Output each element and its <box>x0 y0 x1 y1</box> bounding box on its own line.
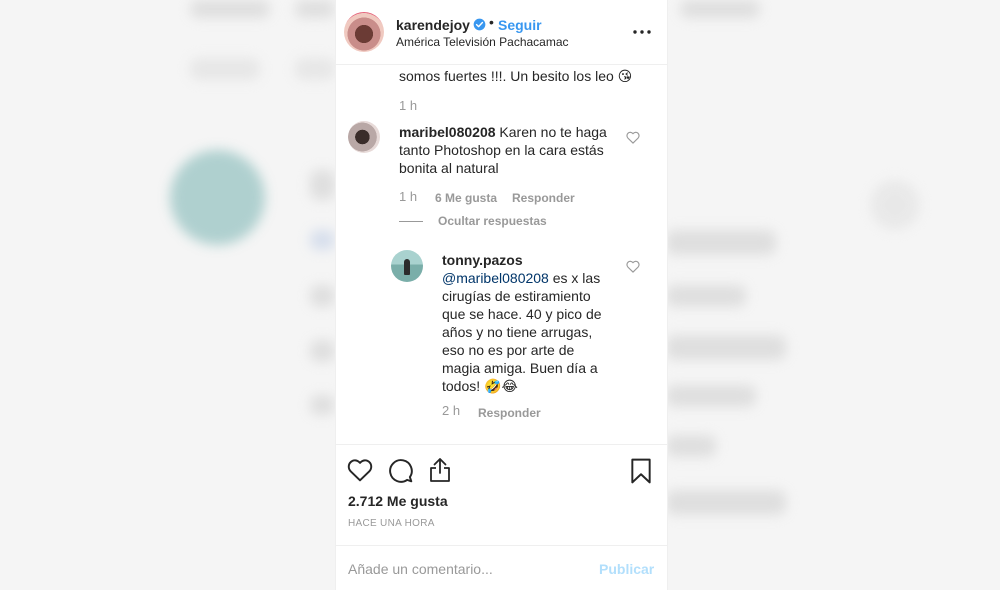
more-options-icon[interactable] <box>632 24 652 40</box>
add-comment-bar: Publicar <box>336 545 667 590</box>
reply-line: magia amiga. Buen día a <box>442 360 598 376</box>
bg-blur <box>310 285 335 307</box>
post-header: karendejoy • Seguir América Televisión P… <box>336 0 667 65</box>
laughing-emoji: 🤣😂 <box>484 379 518 395</box>
bookmark-icon[interactable] <box>630 458 652 484</box>
author-username[interactable]: karendejoy <box>396 17 470 33</box>
bg-blur <box>295 58 335 80</box>
commenter-avatar[interactable] <box>348 121 380 153</box>
comment-line: tanto Photoshop en la cara estás <box>399 142 604 158</box>
reply-time[interactable]: 2 h <box>442 403 460 418</box>
reply-line: que se hace. 40 y pico de <box>442 306 602 322</box>
post-panel: karendejoy • Seguir América Televisión P… <box>335 0 668 590</box>
bg-blur <box>666 285 746 307</box>
post-location[interactable]: América Televisión Pachacamac <box>396 35 569 49</box>
comment-text-partial: somos fuertes !!!. Un besito los leo <box>399 68 614 84</box>
bg-blur <box>666 230 776 255</box>
bg-blur <box>295 0 335 18</box>
kiss-emoji: 😘 <box>617 69 633 85</box>
avatar-figure <box>404 259 410 275</box>
bg-blur <box>190 58 260 80</box>
bg-blur <box>666 435 716 457</box>
reply-body: tonny.pazos @maribel080208 es x las ciru… <box>442 251 622 396</box>
reply-line: cirugías de estiramiento <box>442 288 591 304</box>
comment-icon[interactable] <box>388 458 414 484</box>
reply-username[interactable]: tonny.pazos <box>442 251 622 269</box>
comment-time[interactable]: 1 h <box>399 189 417 204</box>
reply-line: años y no tiene arrugas, <box>442 324 593 340</box>
likes-count[interactable]: 2.712 Me gusta <box>348 493 448 509</box>
heart-icon[interactable] <box>347 458 373 482</box>
replies-divider-line <box>399 221 423 222</box>
reply-line: todos! <box>442 378 481 394</box>
bg-blur <box>666 385 756 407</box>
verified-badge-icon <box>473 18 486 31</box>
bg-blur-avatar <box>170 150 265 245</box>
comment-body: maribel080208 Karen no te haga tanto Pho… <box>399 123 629 177</box>
post-time-ago: HACE UNA HORA <box>348 518 435 529</box>
comment-line: bonita al natural <box>399 160 499 176</box>
bg-blur <box>310 230 335 250</box>
bg-blur <box>666 335 786 360</box>
like-reply-heart-icon[interactable] <box>626 260 640 273</box>
bg-blur <box>666 490 786 515</box>
hide-replies-button[interactable]: Ocultar respuestas <box>438 214 547 228</box>
comment-likes[interactable]: 6 Me gusta <box>435 191 497 205</box>
follow-button[interactable]: Seguir <box>498 17 542 33</box>
post-actions: 2.712 Me gusta HACE UNA HORA Publicar <box>336 444 667 590</box>
reply-line: eso no es por arte de <box>442 342 575 358</box>
bg-blur <box>190 0 270 18</box>
reply-line: es x las <box>552 270 601 286</box>
comment-line: Karen no te haga <box>499 124 607 140</box>
publish-button[interactable]: Publicar <box>599 561 654 577</box>
commenter-username[interactable]: maribel080208 <box>399 124 496 140</box>
comments-list[interactable]: somos fuertes !!!. Un besito los leo 😘 1… <box>336 65 667 443</box>
author-avatar[interactable] <box>344 12 384 52</box>
bg-blur <box>870 180 920 230</box>
separator-dot: • <box>489 14 494 30</box>
reply-avatar[interactable] <box>391 250 423 282</box>
share-icon[interactable] <box>428 457 452 483</box>
bg-blur <box>310 395 335 415</box>
bg-blur <box>680 0 760 18</box>
reply-button[interactable]: Responder <box>478 406 541 420</box>
comment-input[interactable] <box>348 558 588 580</box>
comment-text: somos fuertes !!!. Un besito los leo 😘 <box>399 67 632 86</box>
bg-blur <box>310 340 335 362</box>
like-comment-heart-icon[interactable] <box>626 131 640 144</box>
bg-blur <box>310 170 335 200</box>
comment-time[interactable]: 1 h <box>399 98 417 113</box>
reply-mention[interactable]: @maribel080208 <box>442 270 549 286</box>
reply-button[interactable]: Responder <box>512 191 575 205</box>
